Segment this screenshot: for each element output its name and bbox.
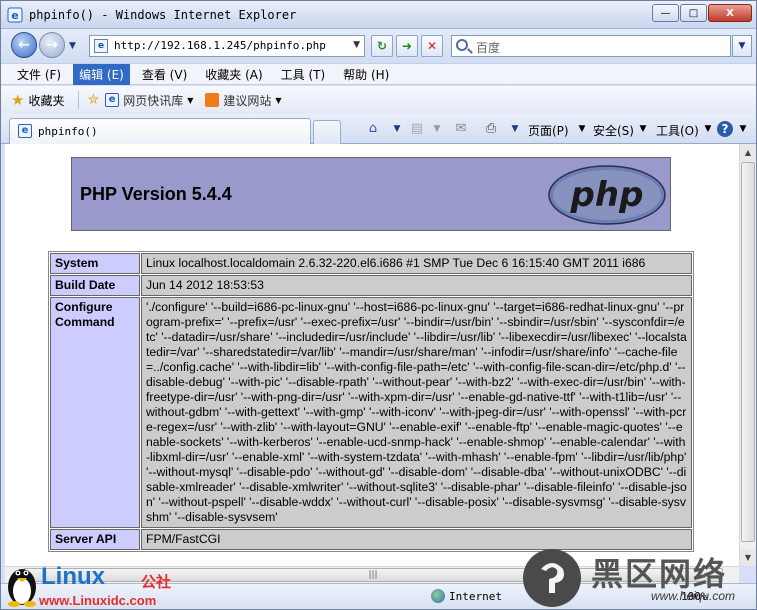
home-dropdown-icon[interactable]: ▼ [389, 121, 405, 137]
go-arrow-icon: ➜ [401, 39, 413, 53]
tab-and-command-bar: e phpinfo() ⌂ ▼ ▤ ▼ ✉ ⎙ ▼ 页面(P) ▼ 安全(S) … [1, 114, 756, 144]
home-icon[interactable]: ⌂ [365, 121, 381, 137]
address-bar[interactable]: e http://192.168.1.245/phpinfo.php ▼ [89, 35, 365, 57]
forward-button[interactable]: → [39, 32, 65, 58]
divider [78, 91, 80, 109]
search-input[interactable]: 百度 [451, 35, 731, 57]
address-url[interactable]: http://192.168.1.245/phpinfo.php [114, 39, 326, 52]
php-version-title: PHP Version 5.4.4 [80, 184, 232, 204]
forward-arrow-icon: → [46, 37, 58, 53]
favorites-button[interactable]: 收藏夹 [28, 92, 64, 109]
read-mail-icon[interactable]: ✉ [453, 121, 469, 137]
page-content: PHP Version 5.4.4 php System Linux local… [5, 144, 739, 566]
window-title: phpinfo() - Windows Internet Explorer [29, 8, 297, 22]
internet-zone-globe-icon [431, 589, 445, 603]
security-zone[interactable]: Internet [449, 590, 502, 603]
row-key: Build Date [50, 275, 140, 296]
address-dropdown-icon[interactable]: ▼ [353, 40, 360, 50]
php-logo-text: php [570, 175, 644, 215]
menu-help[interactable]: 帮助 (H) [337, 64, 395, 85]
page-menu-button[interactable]: 页面(P) [528, 122, 569, 139]
tab-phpinfo[interactable]: e phpinfo() [9, 118, 311, 144]
suggested-sites-icon [205, 93, 220, 107]
feeds-icon[interactable]: ▤ [409, 121, 425, 137]
title-bar: e phpinfo() - Windows Internet Explorer … [1, 1, 756, 29]
row-value: Linux localhost.localdomain 2.6.32-220.e… [141, 253, 692, 274]
feeds-dropdown-icon[interactable]: ▼ [429, 121, 445, 137]
php-info-table: System Linux localhost.localdomain 2.6.3… [48, 251, 694, 552]
vertical-scrollbar[interactable]: ▲ ▼ [739, 144, 756, 566]
chevron-down-icon[interactable]: ▼ [187, 96, 193, 105]
linux-logo-cn-text: 公社 [141, 573, 172, 591]
search-placeholder: 百度 [476, 41, 501, 55]
close-button[interactable]: X [708, 4, 752, 22]
chevron-down-icon[interactable]: ▼ [700, 121, 716, 137]
menu-view[interactable]: 查看 (V) [136, 64, 193, 85]
web-slice-icon: e [105, 93, 120, 107]
stop-icon: ✕ [426, 39, 438, 53]
maximize-button[interactable]: □ [680, 4, 707, 22]
row-key: Server API [50, 529, 140, 550]
table-row: System Linux localhost.localdomain 2.6.3… [50, 253, 692, 274]
row-key: System [50, 253, 140, 274]
window-controls: — □ X [651, 4, 752, 22]
ie-window: e phpinfo() - Windows Internet Explorer … [0, 0, 757, 610]
new-tab-button[interactable] [313, 120, 341, 144]
compatibility-view-button[interactable]: ↻ [371, 35, 393, 57]
tux-penguin-icon [8, 569, 36, 607]
search-icon [456, 39, 468, 51]
tab-page-icon: e [18, 124, 32, 138]
page-icon: e [94, 39, 108, 53]
go-button[interactable]: ➜ [396, 35, 418, 57]
chevron-down-icon[interactable]: ▼ [635, 121, 651, 137]
tools-menu-button[interactable]: 工具(O) [656, 122, 699, 139]
menu-bar: 文件 (F) 编辑 (E) 查看 (V) 收藏夹 (A) 工具 (T) 帮助 (… [1, 63, 756, 85]
print-dropdown-icon[interactable]: ▼ [507, 121, 523, 137]
help-dropdown-icon[interactable]: ▼ [735, 121, 751, 137]
safety-menu-button[interactable]: 安全(S) [593, 122, 634, 139]
favorite-link-suggested-sites[interactable]: 建议网站 [223, 92, 271, 109]
compatibility-icon: ↻ [376, 39, 388, 53]
back-button[interactable]: ← [11, 32, 37, 58]
heiqu-site-text: www.heiqu.com [651, 589, 736, 603]
stop-button[interactable]: ✕ [421, 35, 443, 57]
add-to-favorites-bar-icon[interactable]: ✮ [87, 92, 99, 108]
back-arrow-icon: ← [18, 37, 30, 53]
php-version-header: PHP Version 5.4.4 php [71, 157, 671, 231]
row-key: Configure Command [50, 297, 140, 528]
scroll-up-icon[interactable]: ▲ [740, 144, 756, 161]
help-icon[interactable]: ? [717, 121, 733, 137]
favorite-link-web-slice-gallery[interactable]: 网页快讯库 [123, 92, 183, 109]
address-toolbar: ← → ▼ e http://192.168.1.245/phpinfo.php… [1, 29, 756, 63]
table-row: Build Date Jun 14 2012 18:53:53 [50, 275, 692, 296]
menu-file[interactable]: 文件 (F) [11, 64, 67, 85]
chevron-down-icon[interactable]: ▼ [574, 121, 590, 137]
row-value: './configure' '--build=i686-pc-linux-gnu… [141, 297, 692, 528]
minimize-button[interactable]: — [652, 4, 679, 22]
menu-favorites[interactable]: 收藏夹 (A) [199, 64, 268, 85]
print-icon[interactable]: ⎙ [483, 121, 499, 137]
linuxidc-watermark: Linux 公社 www.Linuxidc.com [5, 557, 195, 609]
heiqu-logo-icon [523, 549, 581, 607]
menu-tools[interactable]: 工具 (T) [275, 64, 332, 85]
linux-logo-text: Linux [41, 563, 105, 590]
linuxidc-site-text: www.Linuxidc.com [39, 593, 157, 608]
recent-pages-dropdown-icon[interactable]: ▼ [69, 41, 76, 51]
menu-edit[interactable]: 编辑 (E) [73, 63, 130, 85]
ie-app-icon: e [7, 7, 23, 23]
heiqu-watermark: 黑区网络 www.heiqu.com [521, 547, 757, 609]
search-options-button[interactable]: ▼ [732, 35, 752, 57]
php-logo: php [548, 165, 666, 225]
chevron-down-icon[interactable]: ▼ [275, 96, 281, 105]
favorites-star-icon[interactable]: ★ [11, 91, 24, 109]
table-row: Configure Command './configure' '--build… [50, 297, 692, 528]
tab-title: phpinfo() [38, 125, 98, 138]
vertical-scroll-thumb[interactable] [741, 162, 755, 542]
svg-text:e: e [11, 9, 18, 22]
row-value: Jun 14 2012 18:53:53 [141, 275, 692, 296]
chevron-down-icon: ▼ [738, 41, 746, 51]
favorites-bar: ★ 收藏夹 ✮ e 网页快讯库 ▼ 建议网站 ▼ [1, 86, 756, 114]
